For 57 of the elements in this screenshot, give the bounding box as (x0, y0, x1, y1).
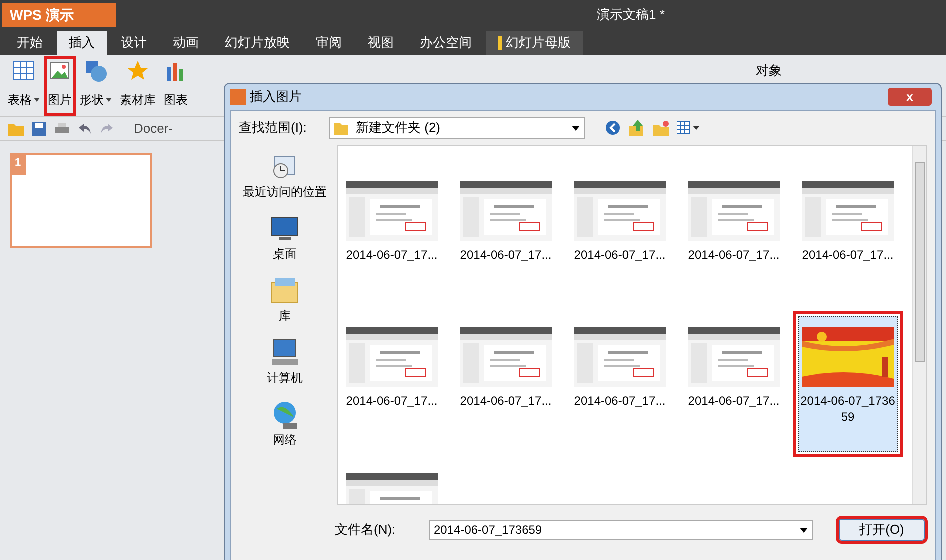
app-logo-icon (230, 89, 246, 105)
place-item[interactable]: 库 (269, 271, 301, 325)
star-icon (126, 59, 150, 83)
slide-number: 1 (12, 155, 26, 175)
object-label[interactable]: 对象 (756, 63, 782, 78)
scrollbar[interactable] (912, 146, 926, 504)
redo-icon[interactable] (100, 122, 114, 134)
up-folder-icon[interactable] (629, 120, 645, 136)
printer-icon[interactable] (54, 122, 70, 136)
file-item[interactable]: 2014-06-07_17... (798, 170, 898, 306)
open-button[interactable]: 打开(O) (839, 519, 925, 541)
file-item[interactable]: 2014-06-07_17... (684, 316, 784, 452)
filename-label: 文件名(N): (335, 521, 397, 540)
place-item[interactable]: 计算机 (267, 333, 303, 387)
ribbon-tab[interactable]: 视图 (356, 31, 406, 55)
ribbon-button[interactable]: 图表 (160, 56, 192, 116)
dialog-title: 插入图片 (250, 88, 302, 106)
ribbon-tab[interactable]: 插入 (57, 31, 107, 55)
file-item[interactable]: 2014-06-07_17... (570, 316, 670, 452)
save-icon[interactable] (32, 122, 46, 136)
view-menu-icon[interactable] (677, 121, 701, 135)
undo-icon[interactable] (78, 122, 92, 134)
place-item[interactable]: 最近访问的位置 (243, 147, 327, 201)
new-folder-icon[interactable] (653, 120, 669, 136)
filename-field[interactable]: 2014-06-07_173659 (429, 520, 813, 540)
ribbon-button[interactable]: 素材库 (116, 56, 160, 116)
ribbon-button[interactable]: 表格 (4, 56, 44, 116)
ribbon-tab[interactable]: 开始 (5, 31, 55, 55)
look-in-dropdown[interactable]: 新建文件夹 (2) (329, 117, 585, 139)
place-item[interactable]: 网络 (269, 395, 301, 449)
place-item[interactable]: 桌面 (269, 209, 301, 263)
ribbon-tab[interactable]: 幻灯片母版 (486, 31, 583, 55)
ribbon-tab[interactable]: 审阅 (304, 31, 354, 55)
ribbon-button[interactable]: 图片 (44, 56, 76, 116)
caret-icon (106, 98, 112, 102)
ribbon-tab[interactable]: 办公空间 (408, 31, 484, 55)
caret-icon (800, 528, 808, 532)
caret-icon (572, 126, 580, 130)
back-icon[interactable] (605, 120, 621, 136)
shapes-icon (84, 59, 108, 83)
close-button[interactable]: x (888, 88, 932, 106)
document-title: 演示文稿1 * (597, 6, 665, 24)
ribbon-tab[interactable]: 动画 (161, 31, 211, 55)
file-item[interactable]: 2014-06-07_17... (342, 316, 442, 452)
ribbon-button[interactable]: 形状 (76, 56, 116, 116)
table-icon (12, 59, 36, 83)
tab-label[interactable]: Docer- (134, 118, 174, 138)
file-item[interactable]: 2014-06-07_17... (456, 316, 556, 452)
ribbon-tab[interactable]: 设计 (109, 31, 159, 55)
folder-icon (334, 121, 348, 135)
caret-icon (34, 98, 40, 102)
ribbon-tab[interactable]: 幻灯片放映 (213, 31, 302, 55)
file-item[interactable]: 2014-06-07_17... (342, 170, 442, 306)
file-item[interactable]: 2014-06-07_17... (570, 170, 670, 306)
file-item[interactable]: 2014-06-07_17... (684, 170, 784, 306)
look-in-label: 查找范围(I): (239, 119, 308, 138)
file-item[interactable]: 2014-06-07_17... (456, 170, 556, 306)
